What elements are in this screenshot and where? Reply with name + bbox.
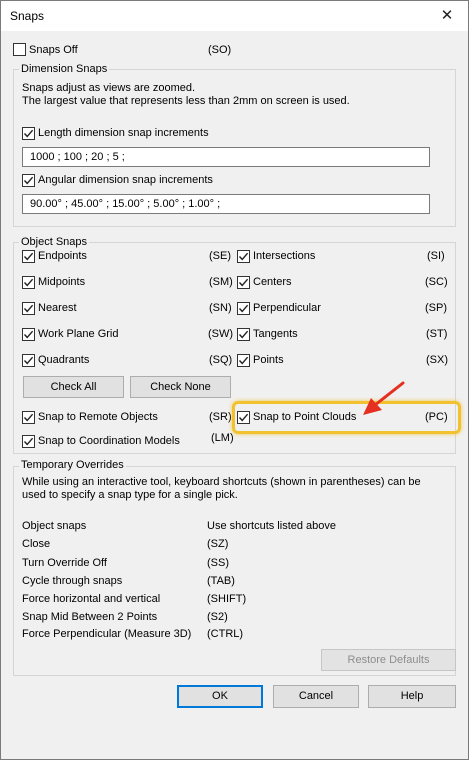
override-value: (SS) [207,557,229,569]
dimension-snaps-desc-1: Snaps adjust as views are zoomed. [22,82,196,94]
override-name: Turn Override Off [22,557,107,569]
help-button[interactable]: Help [368,685,456,708]
checkmark-icon [23,413,34,422]
endpoints-label: Endpoints [38,250,87,262]
checkmark-icon [23,356,34,365]
checkmark-icon [238,252,249,261]
centers-shortcut: (SC) [425,276,448,288]
intersections-label: Intersections [253,250,316,262]
nearest-label: Nearest [38,302,77,314]
snaps-dialog: Snaps ✕ Snaps Off (SO) Dimension Snaps S… [0,0,469,760]
checkmark-icon [23,304,34,313]
perpendicular-checkbox[interactable] [237,302,250,315]
object-snaps-legend: Object Snaps [19,236,90,248]
checkmark-icon [238,356,249,365]
checkmark-icon [23,330,34,339]
override-value: (SZ) [207,538,229,550]
snaps-off-label: Snaps Off [29,44,78,56]
override-name: Force Perpendicular (Measure 3D) [22,628,192,640]
checkmark-icon [23,252,34,261]
override-name: Object snaps [22,520,87,532]
snaps-off-checkbox[interactable] [13,43,26,56]
intersections-checkbox[interactable] [237,250,250,263]
window-title: Snaps [10,9,45,23]
cancel-button[interactable]: Cancel [273,685,359,708]
midpoints-label: Midpoints [38,276,86,288]
snaps-off-shortcut: (SO) [208,44,232,56]
annotation-arrow-icon [363,381,405,415]
points-label: Points [253,354,284,366]
checkmark-icon [238,330,249,339]
remote-objects-shortcut: (SR) [209,411,232,423]
endpoints-checkbox[interactable] [22,250,35,263]
midpoints-shortcut: (SM) [209,276,233,288]
angular-increments-input[interactable]: 90.00° ; 45.00° ; 15.00° ; 5.00° ; 1.00°… [22,194,430,214]
override-name: Snap Mid Between 2 Points [22,611,158,623]
quadrants-shortcut: (SQ) [209,354,233,366]
close-icon[interactable]: ✕ [434,4,460,28]
override-value: Use shortcuts listed above [207,520,337,532]
checkmark-icon [238,304,249,313]
points-checkbox[interactable] [237,354,250,367]
title-bar: Snaps ✕ [1,1,468,31]
quadrants-label: Quadrants [38,354,90,366]
centers-checkbox[interactable] [237,276,250,289]
dimension-snaps-desc-2: The largest value that represents less t… [22,95,350,107]
point-clouds-label: Snap to Point Clouds [253,411,357,423]
coordination-models-label: Snap to Coordination Models [38,435,180,447]
tangents-checkbox[interactable] [237,328,250,341]
ok-button[interactable]: OK [177,685,263,708]
checkmark-icon [238,413,249,422]
length-increments-checkbox[interactable] [22,127,35,140]
point-clouds-shortcut: (PC) [425,411,448,423]
nearest-checkbox[interactable] [22,302,35,315]
overrides-desc-1: While using an interactive tool, keyboar… [22,476,421,488]
override-value: (TAB) [207,575,235,587]
override-name: Force horizontal and vertical [22,593,161,605]
length-increments-label: Length dimension snap increments [38,127,209,139]
endpoints-shortcut: (SE) [209,250,231,262]
check-none-button[interactable]: Check None [130,376,231,398]
work-plane-grid-label: Work Plane Grid [38,328,119,340]
quadrants-checkbox[interactable] [22,354,35,367]
checkmark-icon [23,129,34,138]
dimension-snaps-legend: Dimension Snaps [19,63,110,75]
nearest-shortcut: (SN) [209,302,232,314]
checkmark-icon [23,176,34,185]
work-plane-grid-shortcut: (SW) [208,328,234,340]
midpoints-checkbox[interactable] [22,276,35,289]
angular-increments-label: Angular dimension snap increments [38,174,213,186]
angular-increments-checkbox[interactable] [22,174,35,187]
points-shortcut: (SX) [426,354,448,366]
override-value: (S2) [207,611,228,623]
tangents-label: Tangents [253,328,298,340]
remote-objects-label: Snap to Remote Objects [38,411,158,423]
checkmark-icon [238,278,249,287]
tangents-shortcut: (ST) [426,328,448,340]
override-value: (SHIFT) [207,593,247,605]
override-name: Close [22,538,51,550]
restore-defaults-button[interactable]: Restore Defaults [321,649,456,671]
temporary-overrides-legend: Temporary Overrides [19,459,126,471]
coordination-models-checkbox[interactable] [22,435,35,448]
point-clouds-checkbox[interactable] [237,411,250,424]
override-name: Cycle through snaps [22,575,123,587]
checkmark-icon [23,437,34,446]
work-plane-grid-checkbox[interactable] [22,328,35,341]
check-all-button[interactable]: Check All [23,376,124,398]
remote-objects-checkbox[interactable] [22,411,35,424]
override-value: (CTRL) [207,628,244,640]
checkmark-icon [23,278,34,287]
centers-label: Centers [253,276,292,288]
perpendicular-shortcut: (SP) [425,302,447,314]
perpendicular-label: Perpendicular [253,302,321,314]
length-increments-input[interactable]: 1000 ; 100 ; 20 ; 5 ; [22,147,430,167]
intersections-shortcut: (SI) [427,250,445,262]
overrides-desc-2: used to specify a snap type for a single… [22,489,238,501]
coordination-models-shortcut: (LM) [211,432,234,444]
